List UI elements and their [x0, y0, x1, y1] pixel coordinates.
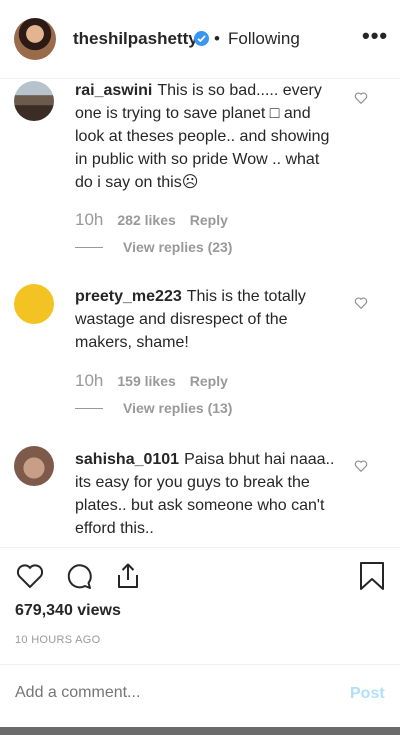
comment-username[interactable]: rai_aswini [75, 82, 152, 99]
comment-username[interactable]: preety_me223 [75, 288, 182, 305]
comment-box-divider [0, 664, 400, 665]
bookmark-icon[interactable] [357, 561, 387, 591]
profile-avatar[interactable] [14, 18, 56, 60]
like-heart-icon[interactable] [15, 561, 45, 591]
comment-likes[interactable]: 159 likes [117, 373, 175, 389]
profile-username[interactable]: theshilpashetty [73, 29, 198, 49]
bottom-scrollbar [0, 727, 400, 735]
post-timestamp: 10 HOURS AGO [15, 634, 101, 646]
comment-avatar[interactable] [14, 446, 54, 486]
more-options-button[interactable]: ••• [362, 25, 388, 47]
comment-time: 10h [75, 371, 104, 390]
view-replies-label: View replies (23) [123, 239, 233, 255]
add-comment-input[interactable] [15, 684, 335, 702]
comment-meta: 10h 159 likes Reply [75, 371, 228, 391]
replies-divider-line [75, 246, 103, 248]
view-replies-button[interactable]: View replies (13) [75, 400, 232, 416]
comment-likes[interactable]: 282 likes [117, 212, 175, 228]
heart-icon[interactable] [354, 459, 368, 473]
comment-avatar[interactable] [14, 284, 54, 324]
comment-bubble-icon[interactable] [64, 561, 94, 591]
actions-divider [0, 547, 400, 548]
comment-time: 10h [75, 210, 104, 229]
reply-button[interactable]: Reply [190, 212, 228, 228]
verified-badge-icon [194, 31, 209, 46]
heart-icon[interactable] [354, 296, 368, 310]
heart-icon[interactable] [354, 91, 368, 105]
post-button[interactable]: Post [350, 685, 385, 703]
comment-body: sahisha_0101 Paisa bhut hai naaa.. its ea… [75, 448, 340, 540]
view-replies-label: View replies (13) [123, 400, 233, 416]
comment-body: rai_aswini This is so bad..... every one … [75, 79, 340, 194]
post-header: theshilpashetty • Following ••• [0, 0, 400, 79]
comment-avatar[interactable] [14, 81, 54, 121]
comment-body: preety_me223 This is the totally wastage … [75, 285, 340, 354]
replies-divider-line [75, 407, 103, 409]
header-separator: • [214, 29, 220, 48]
comment-meta: 10h 282 likes Reply [75, 210, 228, 230]
view-count[interactable]: 679,340 views [15, 602, 121, 620]
view-replies-button[interactable]: View replies (23) [75, 239, 232, 255]
comment-username[interactable]: sahisha_0101 [75, 451, 179, 468]
share-icon[interactable] [113, 561, 143, 591]
reply-button[interactable]: Reply [190, 373, 228, 389]
following-button[interactable]: Following [228, 29, 300, 49]
